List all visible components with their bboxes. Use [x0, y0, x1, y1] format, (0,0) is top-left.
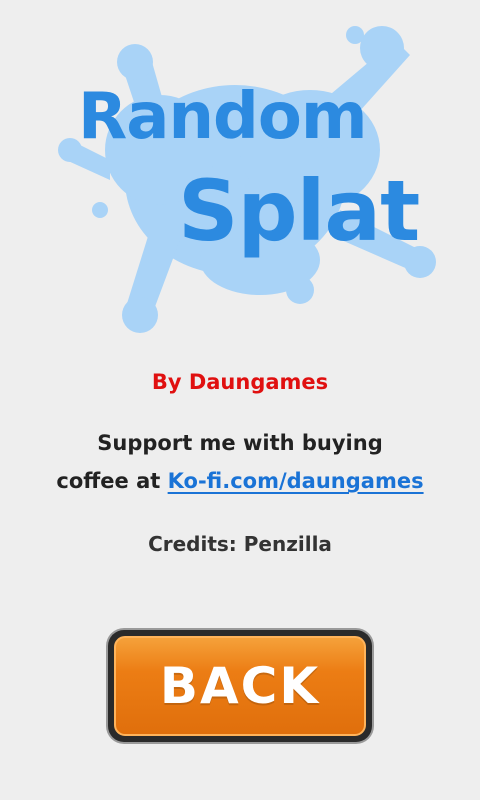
credits-text: Credits: Penzilla — [148, 532, 332, 556]
support-prefix: coffee at — [56, 469, 168, 493]
game-logo: Random Splat — [0, 0, 480, 340]
logo-word-random: Random — [78, 80, 367, 154]
support-line-1: Support me with buying — [97, 431, 383, 455]
back-button-label: BACK — [159, 657, 321, 715]
support-line-2: coffee at Ko-fi.com/daungames — [0, 462, 480, 500]
logo-word-splat: Splat — [178, 162, 420, 260]
back-button-frame: BACK — [108, 630, 372, 742]
kofi-link[interactable]: Ko-fi.com/daungames — [168, 469, 424, 493]
support-message: Support me with buying coffee at Ko-fi.c… — [0, 424, 480, 500]
author-credit: By Daungames — [151, 370, 329, 394]
back-button[interactable]: BACK — [114, 636, 366, 736]
